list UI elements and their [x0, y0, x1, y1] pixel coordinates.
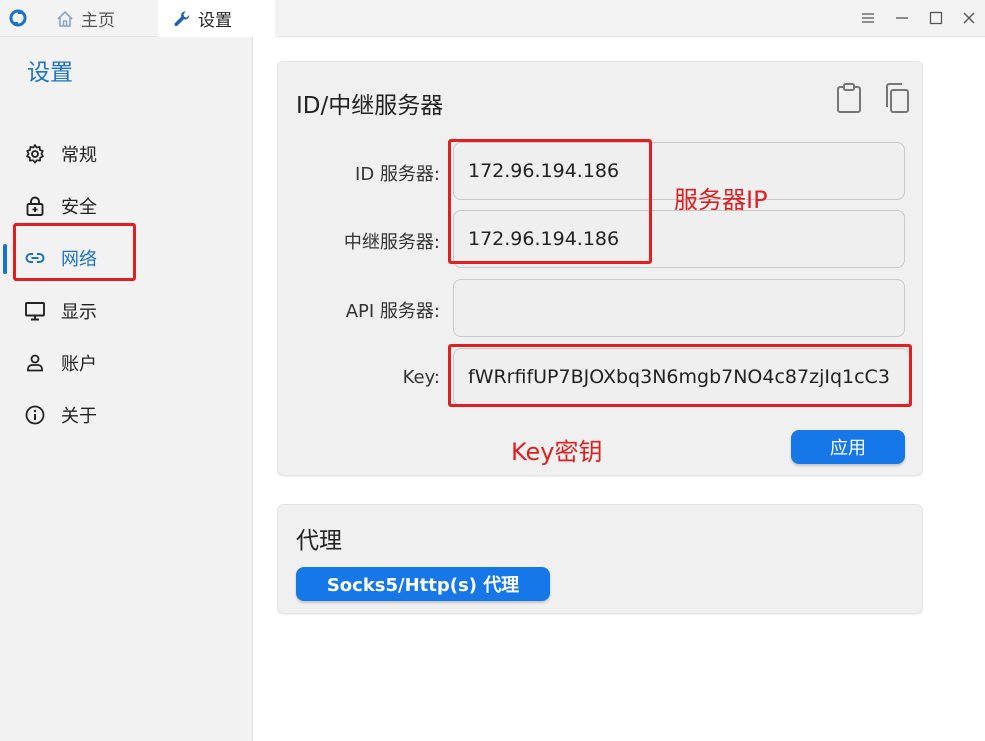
annotation-server-ip-text: 服务器IP — [674, 186, 768, 214]
sidebar-item-security[interactable]: 安全 — [0, 185, 253, 225]
copy-icon[interactable] — [883, 82, 911, 114]
app-logo-icon — [9, 9, 27, 27]
sidebar-item-label: 显示 — [61, 302, 97, 323]
info-icon — [25, 405, 45, 425]
tab-settings[interactable]: 设置 — [158, 0, 275, 37]
annotation-network-box — [13, 223, 136, 281]
sidebar-item-account[interactable]: 账户 — [0, 342, 253, 382]
socks5-proxy-button[interactable]: Socks5/Http(s) 代理 — [296, 567, 550, 601]
annotation-key-box — [448, 344, 912, 407]
title-bar: 主页 设置 — [0, 0, 985, 37]
id-relay-server-card: ID/中继服务器 ID 服务器: 172.96.194.186 中继服务器: 1… — [277, 61, 923, 476]
sidebar-item-display[interactable]: 显示 — [0, 290, 253, 330]
sidebar-item-label: 安全 — [61, 197, 97, 218]
tab-settings-label: 设置 — [198, 11, 232, 31]
app-window: 主页 设置 设置 常规 安全 网络 显示 账户 关于 ID/中继服务器 ID 服… — [0, 0, 985, 741]
sidebar: 设置 常规 安全 网络 显示 账户 关于 — [0, 37, 253, 741]
apply-button[interactable]: 应用 — [791, 430, 905, 464]
minimize-icon[interactable] — [893, 9, 911, 27]
tab-home[interactable]: 主页 — [55, 0, 155, 37]
sidebar-item-label: 常规 — [61, 145, 97, 166]
sidebar-title: 设置 — [27, 60, 73, 86]
sidebar-item-about[interactable]: 关于 — [0, 394, 253, 434]
annotation-key-text: Key密钥 — [511, 438, 603, 466]
monitor-icon — [25, 302, 45, 321]
close-icon[interactable] — [960, 9, 978, 27]
clipboard-icon[interactable] — [835, 82, 863, 114]
gear-icon — [26, 144, 44, 164]
maximize-icon[interactable] — [927, 9, 945, 27]
lock-icon — [26, 196, 44, 216]
proxy-card: 代理 Socks5/Http(s) 代理 — [277, 504, 923, 614]
person-icon — [27, 354, 43, 372]
annotation-server-ip-box — [448, 139, 652, 264]
tab-home-label: 主页 — [81, 11, 115, 31]
home-icon — [55, 9, 75, 29]
relay-server-label: 中继服务器: — [343, 232, 440, 253]
sidebar-item-label: 关于 — [61, 406, 97, 427]
sidebar-item-label: 账户 — [61, 354, 97, 375]
key-label: Key: — [402, 367, 440, 388]
active-indicator — [3, 244, 7, 274]
api-server-label: API 服务器: — [345, 301, 440, 322]
id-server-label: ID 服务器: — [355, 164, 440, 185]
menu-icon[interactable] — [859, 9, 877, 27]
sidebar-item-general[interactable]: 常规 — [0, 133, 253, 173]
card-title: ID/中继服务器 — [296, 93, 444, 119]
card-title: 代理 — [296, 528, 342, 554]
api-server-input[interactable] — [453, 279, 905, 337]
wrench-icon — [172, 9, 192, 29]
